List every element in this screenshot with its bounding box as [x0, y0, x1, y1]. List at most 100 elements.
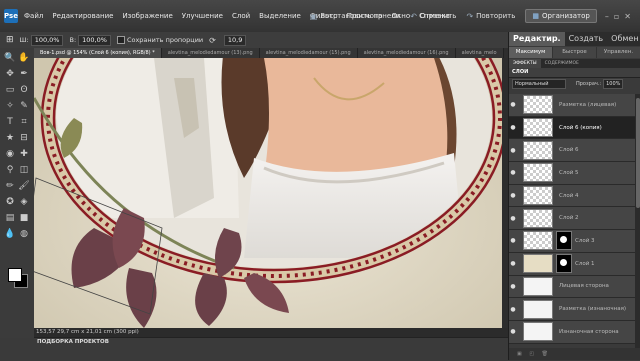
gradient-tool-icon[interactable]: ▤ [4, 212, 16, 224]
keep-proportions-checkbox[interactable]: Сохранить пропорции [116, 36, 203, 44]
layer-thumbnail [523, 140, 553, 160]
layer-row[interactable]: ● Разметка (изнаночная) [509, 298, 635, 321]
eye-icon[interactable]: ● [509, 147, 517, 154]
layer-row[interactable]: ● Слой 6 [509, 139, 635, 163]
tab-share[interactable]: Обмен [607, 32, 640, 46]
eye-icon[interactable]: ● [509, 169, 517, 176]
eye-icon[interactable]: ● [509, 306, 517, 313]
eye-icon[interactable]: ● [509, 192, 517, 199]
tab-effects[interactable]: ЭФФЕКТЫ [509, 59, 541, 68]
menu-select[interactable]: Выделение [259, 12, 301, 20]
layer-row[interactable]: ● Слой 1 [509, 252, 635, 276]
tab-content[interactable]: СОДЕРЖИМОЕ [541, 59, 583, 68]
layers-scrollbar[interactable] [635, 94, 640, 348]
paint-bucket-tool-icon[interactable]: ◈ [18, 196, 30, 208]
eye-icon[interactable]: ● [509, 237, 517, 244]
restore-panels-button[interactable]: ▣ Восстановить панели [310, 12, 400, 21]
blur-tool-icon[interactable]: 💧 [4, 228, 16, 240]
quick-select-tool-icon[interactable]: ✎ [18, 100, 30, 112]
tab-edit[interactable]: Редактир. [509, 32, 565, 46]
doc-tab[interactable]: alevtina_melodiedamour (15).png [259, 48, 358, 58]
red-eye-tool-icon[interactable]: ◉ [4, 148, 16, 160]
crop-tool-icon[interactable]: ⌗ [18, 116, 30, 128]
layer-row[interactable]: ● Изнаночная сторона [509, 320, 635, 344]
layer-row[interactable]: ● Слой 3 [509, 230, 635, 253]
eye-icon[interactable]: ● [509, 283, 517, 290]
sponge-tool-icon[interactable]: ◍ [18, 228, 30, 240]
redo-button[interactable]: ↷ Повторить [466, 12, 515, 21]
marquee-tool-icon[interactable]: ▭ [4, 84, 16, 96]
menu-file[interactable]: Файл [24, 12, 43, 20]
hand-tool-icon[interactable]: ✋ [18, 52, 30, 64]
checkbox-box [116, 36, 125, 44]
layer-name: Разметка (изнаночная) [559, 306, 627, 313]
menu-edit[interactable]: Редактирование [52, 12, 113, 20]
doc-tab[interactable]: alevtina_melo [455, 48, 504, 58]
layer-mask-thumbnail [556, 254, 572, 274]
angle-input[interactable]: 10,9 [223, 34, 247, 46]
eye-icon[interactable]: ● [509, 124, 517, 131]
organizer-button[interactable]: ▦ Организатор [525, 9, 597, 23]
layers-bottom-toolbar: ▣ ◰ 🗑 [509, 348, 640, 360]
undo-button[interactable]: ↶ Отменить [410, 12, 456, 21]
doc-tab[interactable]: alevtina_melodiedamour (13).png [161, 48, 260, 58]
new-layer-icon[interactable]: ▣ [517, 351, 522, 357]
move-tool-icon[interactable]: ✥ [4, 68, 16, 80]
doc-tab-active[interactable]: Вов-1.psd @ 154% (Слой 6 (копия), RGB/8)… [34, 48, 162, 58]
zoom-tool-icon[interactable]: 🔍 [4, 52, 16, 64]
cookie-cutter-tool-icon[interactable]: ★ [4, 132, 16, 144]
organizer-label: Организатор [542, 12, 590, 20]
layer-row[interactable]: ● Лицевая сторона [509, 275, 635, 299]
eyedropper-tool-icon[interactable]: ✒ [18, 68, 30, 80]
new-group-icon[interactable]: ◰ [529, 351, 534, 357]
layers-scrollbar-thumb[interactable] [636, 98, 640, 208]
straighten-tool-icon[interactable]: ⊟ [18, 132, 30, 144]
eye-icon[interactable]: ● [509, 260, 517, 267]
doc-tab[interactable]: alevtina_melodiedamour (16).png [357, 48, 456, 58]
layer-thumbnail [523, 118, 553, 138]
status-bar: 153,57 29,7 cm x 21,01 cm (300 ppi) [34, 328, 510, 337]
document-canvas[interactable] [34, 58, 502, 328]
layer-row[interactable]: ● Слой 2 [509, 207, 635, 231]
foreground-color-swatch[interactable] [8, 268, 22, 282]
layer-row[interactable]: ● Слой 5 [509, 162, 635, 185]
eye-icon[interactable]: ● [509, 101, 517, 108]
type-tool-icon[interactable]: T [4, 116, 16, 128]
lasso-tool-icon[interactable]: ʘ [18, 84, 30, 96]
healing-brush-tool-icon[interactable]: ✚ [18, 148, 30, 160]
layer-row[interactable]: ● Разметка (лицевая) [509, 94, 635, 117]
tab-full-edit[interactable]: Максимум [509, 47, 553, 58]
layer-row[interactable]: ● Слой 4 [509, 184, 635, 208]
layer-row-selected[interactable]: ● Слой 6 (копия) [509, 116, 635, 140]
opacity-label: Прозрач.: [576, 81, 602, 87]
brush-tool-icon[interactable]: 🖌 [18, 180, 30, 192]
delete-layer-icon[interactable]: 🗑 [542, 351, 548, 357]
opacity-input[interactable]: 100% [603, 79, 624, 89]
smart-brush-tool-icon[interactable]: ✪ [4, 196, 16, 208]
menu-layer[interactable]: Слой [232, 12, 250, 20]
app-logo-icon: Pse [4, 9, 18, 23]
clone-stamp-tool-icon[interactable]: ⚲ [4, 164, 16, 176]
tab-quick-edit[interactable]: Быстрое [553, 47, 597, 58]
window-controls[interactable]: –▫✕ [605, 12, 636, 21]
pencil-tool-icon[interactable]: ✏ [4, 180, 16, 192]
height-input[interactable]: 100,0% [78, 34, 111, 46]
layer-thumbnail [523, 254, 553, 274]
panels-icon: ▣ [309, 11, 318, 21]
layer-name: Слой 3 [575, 237, 595, 244]
tab-guided-edit[interactable]: Управлен. [597, 47, 640, 58]
eye-icon[interactable]: ● [509, 328, 517, 335]
eraser-tool-icon[interactable]: ◫ [18, 164, 30, 176]
blend-mode-select[interactable]: Нормальный [512, 79, 566, 89]
eye-icon[interactable]: ● [509, 215, 517, 222]
project-bin-title[interactable]: ПОДБОРКА ПРОЕКТОВ [34, 337, 511, 361]
menu-enhance[interactable]: Улучшение [182, 12, 223, 20]
tab-create[interactable]: Создать [565, 32, 608, 46]
menu-bar: Pse Файл Редактирование Изображение Улуч… [0, 0, 640, 33]
layer-mask-thumbnail [556, 231, 572, 251]
layers-panel-title: СЛОИ [509, 68, 640, 78]
shape-tool-icon[interactable]: ■ [18, 212, 30, 224]
menu-image[interactable]: Изображение [122, 12, 172, 20]
magic-wand-tool-icon[interactable]: ✧ [4, 100, 16, 112]
width-input[interactable]: 100,0% [30, 34, 64, 46]
